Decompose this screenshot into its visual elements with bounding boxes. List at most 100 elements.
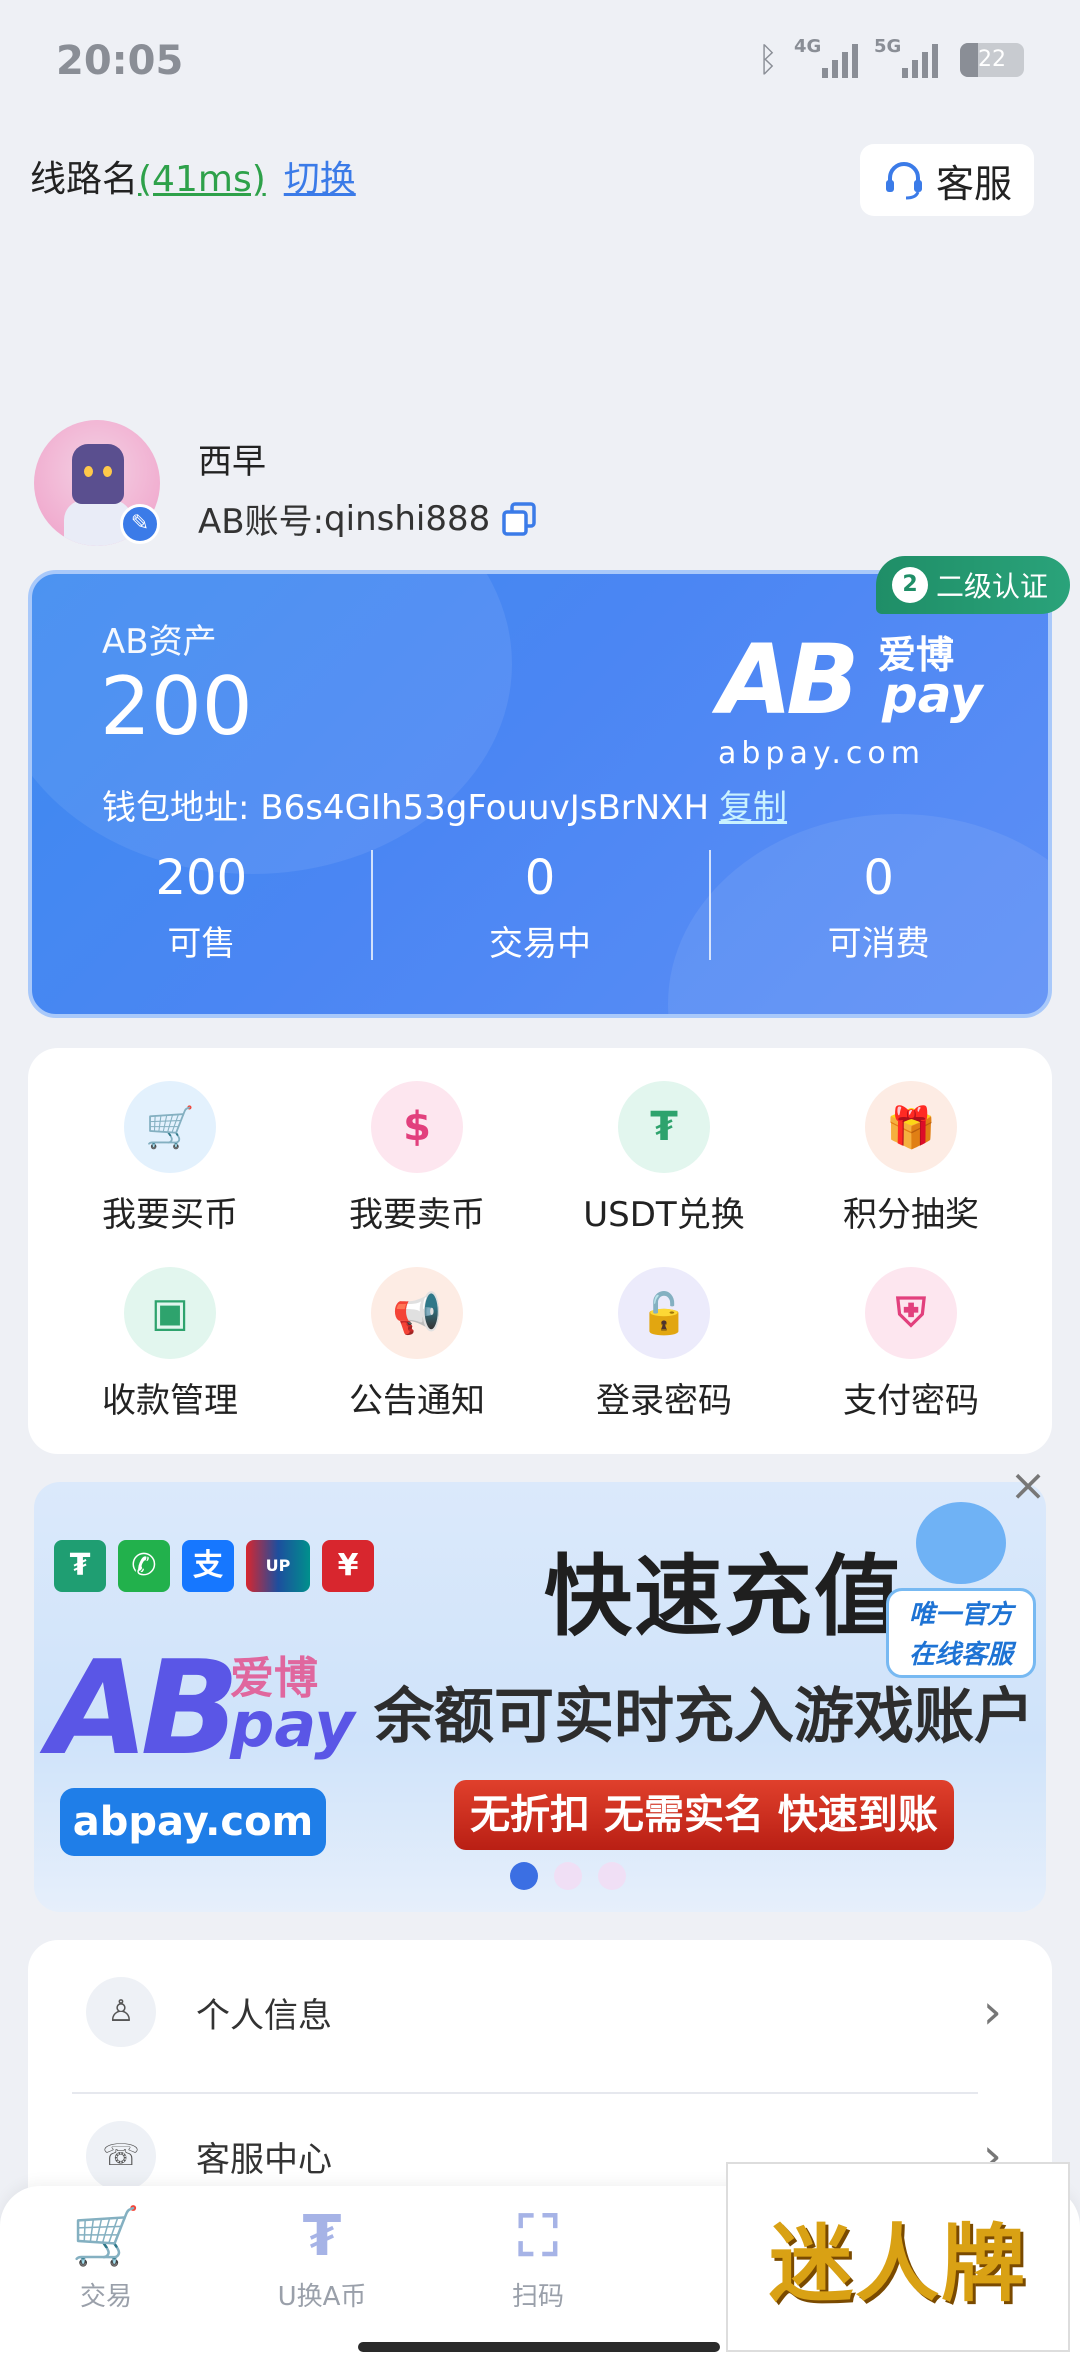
asset-value: 200 [100,660,253,753]
grid-label: 支付密码 [843,1381,979,1421]
carousel-dot[interactable] [554,1862,582,1890]
nickname: 西早 [198,442,266,482]
usdt-icon: ₮ [302,2204,342,2269]
tab-scan[interactable]: ⛶ 扫码 [438,2204,638,2313]
edit-avatar-icon[interactable]: ✎ [120,504,160,544]
tab-label: U换A币 [277,2282,367,2312]
megaphone-icon: 📢 [371,1267,463,1359]
grid-item-5[interactable]: 📢 公告通知 [289,1234,545,1421]
banner-title: 快速充值 [544,1545,905,1648]
abpay-logo: AB 爱博 pay abpay.com [718,624,998,774]
asset-label: AB资产 [102,622,217,662]
banner-logo-pay: pay [230,1688,355,1761]
shield-icon: ⛨ [865,1267,957,1359]
line-name: 线路名 [30,159,139,200]
grid-item-7[interactable]: ⛨ 支付密码 [783,1234,1039,1421]
grid-label: 我要卖币 [349,1195,485,1235]
scan-icon: ⛶ [518,2204,558,2269]
signal-4g-icon: 4G [794,36,858,78]
stat-label: 可消费 [827,924,930,964]
grid-item-6[interactable]: 🔓 登录密码 [536,1234,792,1421]
carousel-dot[interactable] [598,1862,626,1890]
alipay-icon: 支 [182,1540,234,1592]
sell-coin-icon: $ [371,1081,463,1173]
promo-overlay[interactable]: 迷人牌 [726,2162,1070,2352]
stat-sellable[interactable]: 200 可售 [32,850,371,964]
carousel-dot[interactable] [510,1862,538,1890]
line-selector: 线路名(41ms) 切换 [30,150,356,202]
grid-label: 公告通知 [349,1381,485,1421]
asset-stats: 200 可售 0 交易中 0 可消费 [32,850,1048,964]
copy-icon[interactable] [500,500,538,538]
stat-value: 0 [863,850,894,906]
switch-line-link[interactable]: 切换 [284,159,356,200]
status-time: 20:05 [56,38,184,84]
tab-label: 交易 [79,2282,132,2312]
agent-tag: 唯一官方 在线客服 [886,1588,1036,1678]
grid-item-1[interactable]: $ 我要卖币 [289,1048,545,1235]
battery-level: 22 [978,47,1006,72]
stat-label: 交易中 [489,924,591,964]
grid-item-0[interactable]: 🛒 我要买币 [42,1048,298,1235]
customer-service-label: 客服 [935,161,1012,206]
certification-badge[interactable]: 2 二级认证 [875,556,1070,614]
headset-24h-icon: ☏ [86,2121,156,2191]
gift-icon: 🎁 [865,1081,957,1173]
grid-item-2[interactable]: ₮ USDT兑换 [536,1048,792,1235]
agent-tag-line-1: 唯一官方 [908,1600,1013,1630]
grid-label: USDT兑换 [583,1195,745,1235]
ecny-icon: ¥ [322,1540,374,1592]
menu-label: 客服中心 [196,2139,332,2180]
trade-cart-icon: 🛒 [71,2204,141,2269]
stat-trading[interactable]: 0 交易中 [370,850,710,964]
agent-tag-line-2: 在线客服 [908,1640,1013,1670]
grid-label: 积分抽奖 [843,1195,979,1235]
carousel-dots [510,1862,626,1890]
account-id: qinshi888 [324,498,491,539]
asset-card: AB资产 200 AB 爱博 pay abpay.com 钱包地址: B6s4G… [28,570,1052,1018]
network-type-2: 5G [874,36,902,57]
tab-u-to-a[interactable]: ₮ U换A币 [222,2204,422,2313]
wechat-pay-icon: ✆ [118,1540,170,1592]
banner-domain: abpay.com [60,1788,326,1856]
stat-consumable[interactable]: 0 可消费 [709,850,1048,964]
grid-item-3[interactable]: 🎁 积分抽奖 [783,1048,1039,1235]
headset-icon [885,162,922,200]
network-type-1: 4G [794,36,822,57]
wallet-address: B6s4GIh53gFouuvJsBrNXH [260,788,710,828]
menu-divider [72,2092,978,2094]
copy-wallet-link[interactable]: 复制 [719,788,787,828]
cert-gear-icon: 2 [891,567,928,603]
menu-item-personal-info[interactable]: ♙ 个人信息 › [28,1940,1052,2084]
account-prefix: AB账号: [198,502,325,542]
wallet-address-row: 钱包地址: B6s4GIh53gFouuvJsBrNXH 复制 [102,780,787,829]
status-icons: ᛒ 4G 5G 22 [758,36,1024,80]
promo-banner[interactable]: ₮ ✆ 支 UP ¥ AB 爱博 pay abpay.com 快速充值 余额可实… [34,1482,1046,1912]
grid-item-4[interactable]: ▣ 收款管理 [42,1234,298,1421]
chevron-right-icon: › [982,1984,1002,2040]
customer-service-button[interactable]: 客服 [860,144,1034,216]
grid-label: 我要买币 [102,1195,238,1235]
logo-ab: AB [718,624,859,736]
profile-section: ✎ 西早 AB账号: qinshi888 [34,420,1034,550]
tab-label: 扫码 [511,2282,564,2312]
wallet-prefix: 钱包地址: [102,788,261,828]
account-row: AB账号: qinshi888 [198,494,538,543]
menu-label: 个人信息 [196,1995,332,2036]
cert-label: 二级认证 [935,570,1048,603]
lock-icon: 🔓 [618,1267,710,1359]
stat-value: 200 [155,850,248,906]
tab-trade[interactable]: 🛒 交易 [6,2204,206,2313]
status-bar: 20:05 ᛒ 4G 5G 22 [0,0,1080,120]
cart-icon: 🛒 [124,1081,216,1173]
online-agent-icon: 唯一官方 在线客服 [886,1492,1036,1682]
grid-label: 收款管理 [102,1381,238,1421]
logo-domain: abpay.com [718,736,925,771]
banner-logo-ab: AB [48,1632,240,1784]
close-banner-icon[interactable]: × [1008,1464,1048,1508]
signal-5g-icon: 5G [874,36,938,78]
stat-label: 可售 [167,924,236,964]
home-indicator [358,2342,720,2352]
logo-pay: pay [882,666,983,724]
banner-ribbon: 无折扣 无需实名 快速到账 [454,1780,954,1850]
